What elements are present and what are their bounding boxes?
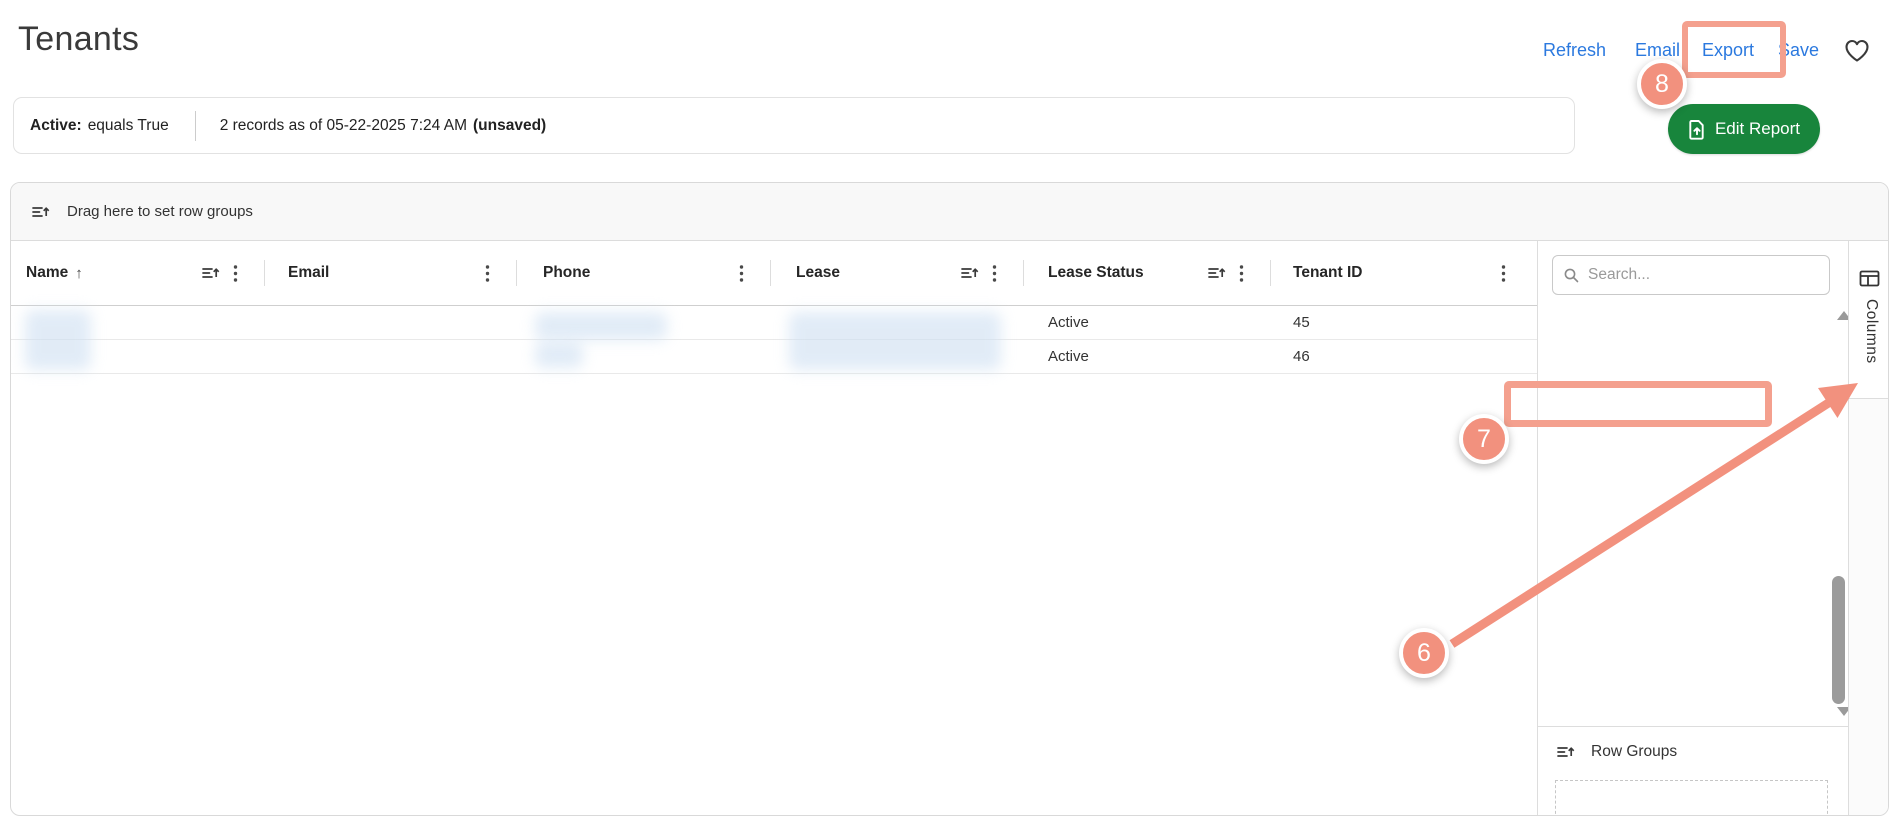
cell-lease-status: Active	[1048, 314, 1089, 331]
row-group-icon[interactable]	[961, 265, 979, 281]
column-list-item-tenant-id[interactable]: Tenant ID	[1537, 391, 1837, 421]
columns-tab-label: Columns	[1863, 299, 1880, 364]
column-label: Lease	[796, 264, 840, 281]
column-list-item-unit-street-name[interactable]: Unit Street Name	[1537, 629, 1837, 659]
link-save[interactable]: Save	[1778, 40, 1819, 61]
tenants-page: Tenants Refresh Email Export Save Active: e…	[0, 0, 1901, 818]
column-label: Tenant ID	[1293, 264, 1363, 281]
filter-divider	[194, 110, 196, 141]
redacted-email-cell	[535, 312, 667, 340]
row-groups-section: Row Groups	[1557, 743, 1677, 761]
column-header-lease[interactable]: Lease	[770, 241, 1023, 305]
column-search-box	[1552, 255, 1830, 295]
report-grid: Drag here to set row groups Name ↑ Email Ph…	[10, 182, 1889, 816]
column-header-email[interactable]: Email	[264, 241, 516, 305]
column-menu-kebab-icon[interactable]	[739, 264, 744, 283]
tab-columns[interactable]: Columns	[1849, 241, 1888, 399]
column-search-input[interactable]	[1588, 266, 1808, 284]
column-menu-kebab-icon[interactable]	[233, 264, 238, 283]
list-bottom-divider	[1537, 726, 1849, 727]
column-list-item-unit-code[interactable]: Unit Code	[1537, 540, 1837, 570]
column-label: Phone	[543, 264, 591, 281]
redacted-lease-cell	[789, 312, 1001, 370]
row-groups-icon	[1557, 744, 1575, 760]
column-list-item-unit-address-2[interactable]: Unit Address 2	[1537, 481, 1837, 511]
column-header-tenant-id[interactable]: Tenant ID	[1270, 241, 1532, 305]
cell-tenant-id: 45	[1293, 314, 1310, 331]
row-group-icon[interactable]	[202, 265, 220, 281]
page-title: Tenants	[18, 20, 140, 58]
side-tab-strip: Columns	[1848, 241, 1888, 815]
column-list-item-unit-address[interactable]: Unit Address	[1537, 451, 1837, 481]
row-groups-label: Row Groups	[1591, 743, 1678, 760]
grid-header-row: Name ↑ Email Phone Lease Lease Status Tenant I…	[11, 241, 1537, 306]
drag-hint-text: Drag here to set row groups	[67, 203, 253, 220]
favorite-heart-icon[interactable]	[1843, 38, 1871, 64]
link-email[interactable]: Email	[1635, 40, 1680, 61]
column-list-item-unit-with-code[interactable]: Unit With Code	[1537, 689, 1837, 719]
column-header-lease-status[interactable]: Lease Status	[1023, 241, 1270, 305]
file-upload-icon	[1688, 119, 1706, 140]
redacted-email-cell-2	[535, 342, 583, 368]
filter-value: equals True	[87, 116, 169, 134]
columns-tab-icon	[1859, 269, 1880, 288]
column-list-item-tax-id[interactable]: Tax ID	[1537, 362, 1837, 392]
redacted-name-cell	[25, 310, 91, 370]
filter-summary-bar: Active: equals True 2 records as of 05-2…	[13, 97, 1575, 154]
column-list-item-unit[interactable]: Unit	[1537, 421, 1837, 451]
column-list-item-unit-postal-code[interactable]: Unit Postal Code	[1537, 570, 1837, 600]
column-list-item-primary-lease-status[interactable]: Primary Lease Status	[1537, 302, 1837, 332]
sort-asc-icon: ↑	[75, 264, 83, 282]
filter-field-label: Active:	[30, 116, 82, 134]
link-export[interactable]: Export	[1702, 40, 1754, 61]
search-icon	[1563, 267, 1580, 284]
edit-report-button[interactable]: Edit Report	[1668, 104, 1820, 154]
row-group-icon[interactable]	[1208, 265, 1226, 281]
column-label: Email	[288, 264, 330, 281]
column-list-item-unit-city[interactable]: Unit City	[1537, 510, 1837, 540]
column-menu-kebab-icon[interactable]	[992, 264, 997, 283]
link-refresh[interactable]: Refresh	[1543, 40, 1606, 61]
edit-report-label: Edit Report	[1714, 119, 1801, 138]
column-list-item-unit-street-number[interactable]: Unit Street Number	[1537, 659, 1837, 689]
column-list-item-unit-state[interactable]: Unit State	[1537, 600, 1837, 630]
column-label: Name	[26, 264, 69, 281]
column-menu-kebab-icon[interactable]	[1239, 264, 1244, 283]
table-row[interactable]: Active 45	[11, 306, 1537, 340]
step-8-badge: 8	[1637, 59, 1687, 109]
row-groups-icon	[32, 204, 50, 220]
row-group-drop-bar[interactable]: Drag here to set row groups	[11, 183, 1888, 241]
row-groups-dropzone[interactable]	[1555, 780, 1828, 815]
unsaved-badge: (unsaved)	[472, 116, 547, 134]
records-text: 2 records as of 05-22-2025 7:24 AM	[219, 116, 467, 134]
column-menu-kebab-icon[interactable]	[485, 264, 490, 283]
column-header-name[interactable]: Name ↑	[17, 241, 264, 305]
scrollbar-thumb[interactable]	[1832, 576, 1845, 704]
column-menu-kebab-icon[interactable]	[1501, 264, 1506, 283]
column-list-item-state[interactable]: State	[1537, 332, 1837, 362]
table-row[interactable]: Active 46	[11, 340, 1537, 374]
column-header-phone[interactable]: Phone	[516, 241, 770, 305]
cell-lease-status: Active	[1048, 348, 1089, 365]
cell-tenant-id: 46	[1293, 348, 1310, 365]
column-label: Lease Status	[1048, 264, 1144, 281]
